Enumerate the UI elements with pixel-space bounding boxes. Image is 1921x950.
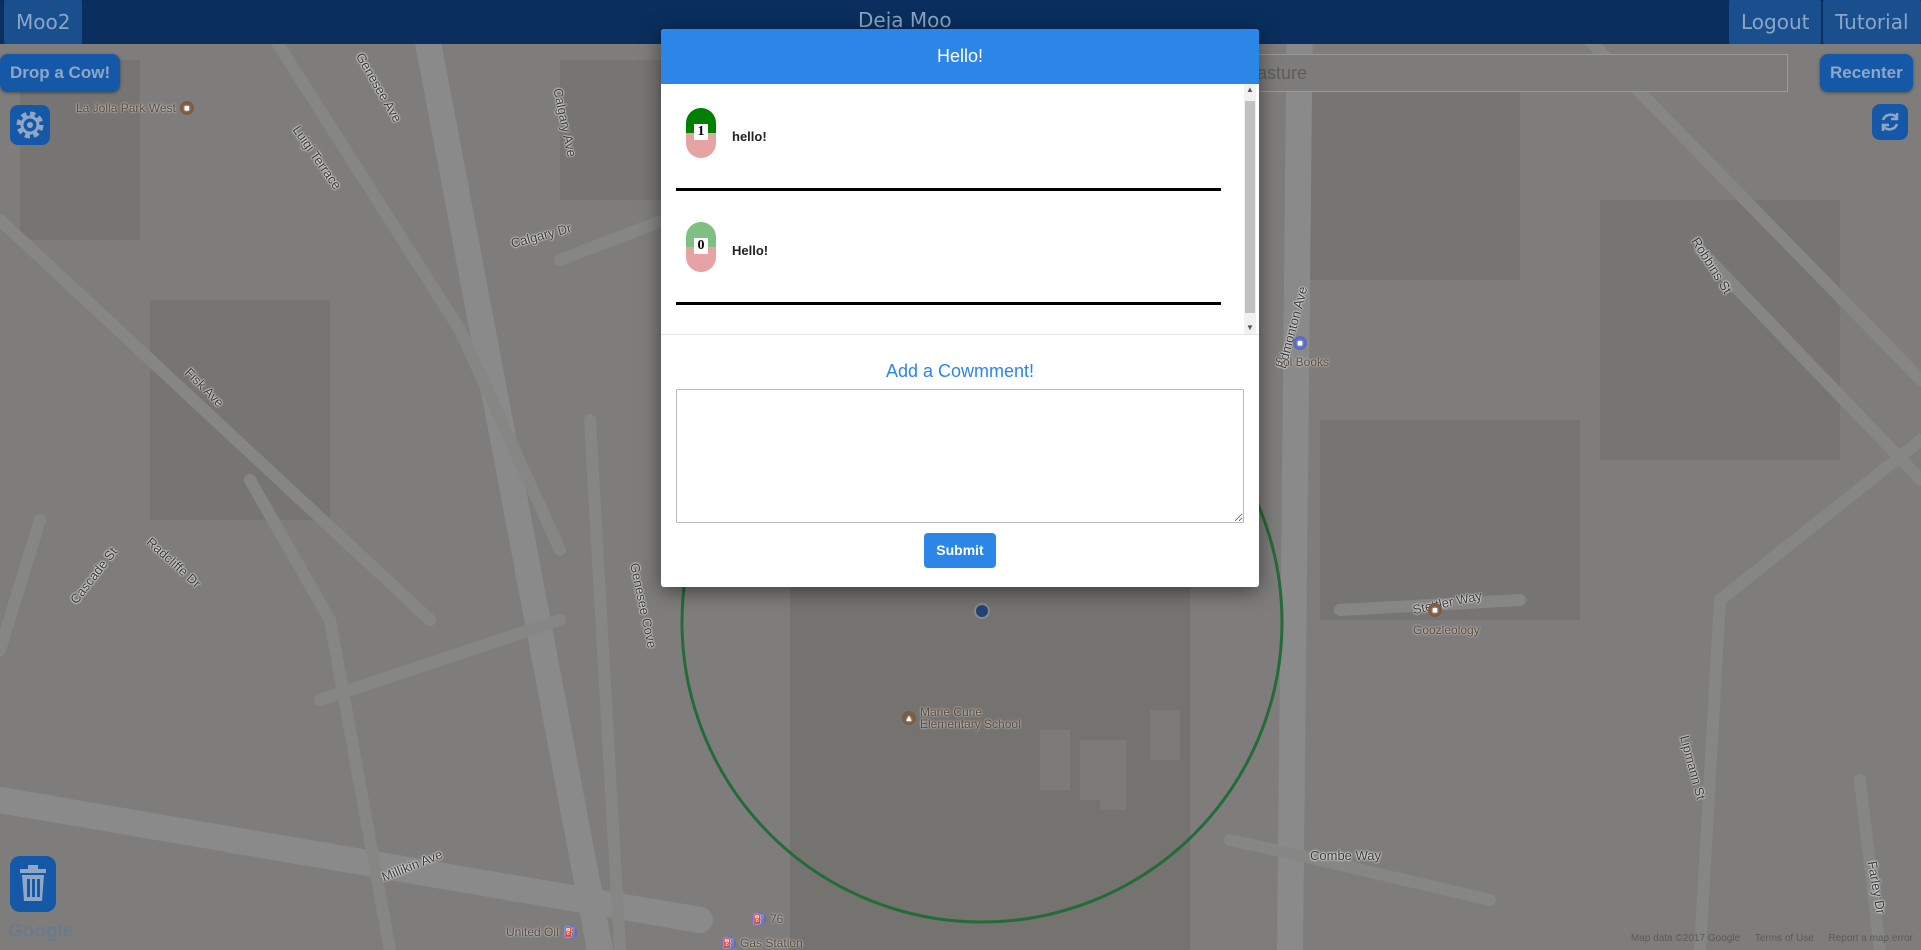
poi-label-sol-books: Sol Books [1275,355,1330,369]
vote-count: 0 [694,238,708,254]
scroll-up-arrow-icon[interactable]: ▲ [1244,84,1256,96]
logout-button[interactable]: Logout [1729,0,1822,44]
recenter-button[interactable]: Recenter [1820,54,1913,92]
poi-76[interactable]: ⛽ 76 [752,912,783,926]
gear-icon [10,105,50,145]
park-icon: ■ [179,101,194,115]
poi-label: Gas Station [740,936,803,950]
comment-text: Hello! [732,243,769,258]
refresh-button[interactable] [1872,104,1908,140]
comment-scrollbar[interactable]: ▲ ▼ [1244,84,1256,334]
map-data-text: Map data ©2017 Google [1630,933,1741,944]
poi-united-oil[interactable]: United Oil ⛽ [506,925,577,939]
tutorial-button[interactable]: Tutorial [1823,0,1921,44]
scroll-thumb[interactable] [1245,101,1255,313]
trash-icon [20,865,46,901]
gas-icon: ⛽ [722,936,736,950]
map-attribution: Map data ©2017 Google Terms of Use Repor… [1619,933,1913,944]
poi-label: La Jolla Park West [76,101,176,115]
submit-button[interactable]: Submit [924,533,996,568]
refresh-icon [1881,113,1899,131]
poi-label: Marie Curie Elementary School [920,705,1021,731]
poi-label: 76 [770,912,784,926]
comment-text: hello! [732,129,767,144]
poi-marie-curie-school[interactable]: ▲ Marie Curie Elementary School [902,706,1030,730]
drop-cow-button[interactable]: Drop a Cow! [0,54,121,92]
comment-list[interactable]: 1 hello! 0 Hello! ▲ ▼ [661,84,1259,335]
gas-icon: ⛽ [562,925,577,939]
comment-divider [676,188,1221,191]
school-icon: ▲ [902,711,916,725]
poi-sol-books[interactable]: ■ [1293,336,1307,350]
modal-title: Hello! [661,29,1259,84]
report-map-error-link[interactable]: Report a map error [1829,933,1913,944]
vote-control: 0 [686,222,716,272]
comment-textarea[interactable] [676,389,1244,523]
poi-goozleology[interactable]: ■ [1428,603,1442,617]
trash-button[interactable] [10,856,56,912]
poi-gas-station[interactable]: ⛽ Gas Station [722,936,803,950]
poi-label-goozleology: Goozleology [1413,623,1480,637]
scroll-down-arrow-icon[interactable]: ▼ [1244,322,1256,334]
terms-link[interactable]: Terms of Use [1755,933,1814,944]
gas-icon: ⛽ [752,912,766,926]
google-logo: Google [8,921,74,942]
settings-button[interactable] [10,105,50,145]
vote-count: 1 [694,124,708,140]
street-label: Combe Way [1310,848,1382,863]
poi-la-jolla-park-west[interactable]: La Jolla Park West ■ [76,101,194,115]
comment-modal: Hello! 1 hello! 0 Hello! ▲ ▼ Add a Cowmm… [661,29,1259,587]
add-comment-title: Add a Cowmment! [885,361,1035,381]
vote-control: 1 [686,108,716,158]
comment-divider [676,302,1221,305]
comment-item: 0 Hello! [676,222,1221,334]
pasture-search-input[interactable]: asture [1242,54,1788,92]
bookstore-icon: ■ [1293,336,1307,350]
moo2-button[interactable]: Moo2 [4,0,83,44]
comment-item: 1 hello! [676,108,1221,220]
poi-label: United Oil [506,925,559,939]
store-icon: ■ [1428,603,1442,617]
